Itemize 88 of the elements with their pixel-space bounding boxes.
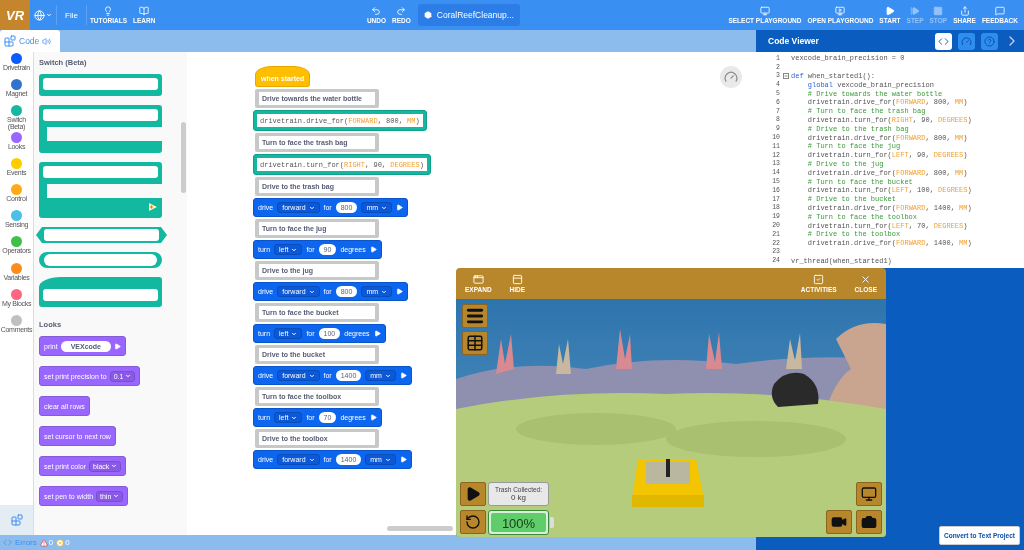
- monitor-play-icon: [835, 6, 846, 16]
- panel-title: Code Viewer: [768, 36, 820, 46]
- caret-icon: [113, 493, 120, 499]
- stop-icon: [933, 6, 944, 16]
- app-logo[interactable]: VR: [0, 0, 30, 30]
- undo-icon: [371, 6, 382, 16]
- help-button[interactable]: [981, 32, 998, 50]
- caret-icon: [291, 330, 298, 337]
- close-icon: [860, 274, 872, 285]
- caret-icon: [384, 456, 391, 463]
- caret-icon: [384, 372, 391, 379]
- caret-icon: [381, 204, 388, 211]
- play-icon: [465, 486, 481, 502]
- caret-icon: [308, 204, 315, 211]
- camera-button[interactable]: [856, 482, 882, 506]
- play-icon: [369, 414, 377, 421]
- menu-button[interactable]: [462, 304, 488, 328]
- table-icon: [466, 334, 484, 352]
- warning-icon: [39, 538, 48, 547]
- caret-icon: [291, 414, 298, 421]
- camera-button[interactable]: [826, 510, 852, 534]
- book-icon: [139, 6, 150, 16]
- blocks-icon: [4, 35, 16, 47]
- caret-icon: [125, 373, 132, 379]
- code-tab[interactable]: Code: [0, 30, 60, 52]
- checkbox-icon: [813, 274, 825, 285]
- switch-block[interactable]: [39, 162, 162, 218]
- warning-count: 0: [39, 538, 54, 547]
- reset-icon: [465, 514, 481, 530]
- caret-icon: [308, 456, 315, 463]
- gauge-icon: [724, 70, 738, 84]
- monitor-icon: [861, 486, 877, 502]
- switch-block[interactable]: [39, 252, 162, 268]
- camera-button[interactable]: [856, 510, 882, 534]
- dashboard-button[interactable]: [958, 32, 975, 50]
- fold-icon[interactable]: [782, 73, 789, 79]
- gauge-icon: [961, 35, 972, 47]
- window-icon: [472, 274, 484, 285]
- caret-icon: [46, 12, 52, 18]
- play-icon: [884, 6, 895, 16]
- battery-reading: 100%: [500, 516, 537, 531]
- extensions-button[interactable]: [0, 505, 33, 535]
- play-icon: [399, 372, 407, 379]
- monitor-icon: [759, 6, 770, 16]
- trash-value: 0 kg: [510, 493, 527, 502]
- blocks-icon: [10, 514, 23, 526]
- play-icon: [396, 204, 404, 211]
- caret-icon: [308, 288, 315, 295]
- video-camera-icon: [831, 514, 847, 530]
- scroll-bar[interactable]: [387, 526, 453, 531]
- redo-icon: [396, 6, 407, 16]
- error-icon: [56, 538, 65, 547]
- caret-icon: [308, 372, 315, 379]
- play-button[interactable]: [460, 482, 486, 506]
- caret-icon: [381, 288, 388, 295]
- code-view-button[interactable]: [935, 32, 952, 50]
- lightbulb-icon: [103, 6, 114, 16]
- globe-icon: [34, 9, 45, 21]
- code-icon: [3, 538, 12, 547]
- menu-icon: [465, 306, 485, 326]
- reset-button[interactable]: [460, 510, 486, 534]
- step-icon: [910, 6, 921, 16]
- error-count: 0: [56, 538, 70, 547]
- caret-icon: [111, 463, 118, 469]
- camera-icon: [861, 514, 877, 530]
- code-icon: [938, 35, 949, 47]
- play-icon: [399, 456, 407, 463]
- switch-block[interactable]: [39, 277, 162, 307]
- play-icon: [114, 342, 121, 350]
- share-icon: [959, 6, 970, 16]
- caret-icon: [291, 246, 298, 253]
- hexagon-icon: [423, 11, 432, 19]
- dashboard-button[interactable]: [720, 66, 742, 88]
- menu-item[interactable]: File: [56, 5, 87, 25]
- data-button[interactable]: [462, 331, 488, 355]
- battery-tip: [550, 517, 554, 528]
- speaker-icon: [42, 36, 52, 46]
- play-icon: [369, 246, 377, 253]
- help-icon: [984, 35, 995, 47]
- play-icon: [373, 330, 381, 337]
- switch-block[interactable]: [36, 227, 167, 243]
- switch-block[interactable]: [39, 105, 162, 153]
- chat-icon: [994, 6, 1005, 16]
- scroll-bar[interactable]: [181, 122, 186, 193]
- play-icon: [396, 288, 404, 295]
- panel-icon: [511, 274, 523, 285]
- project-name-button[interactable]: CoralReefCleanup...: [417, 4, 520, 26]
- switch-block[interactable]: [39, 74, 162, 96]
